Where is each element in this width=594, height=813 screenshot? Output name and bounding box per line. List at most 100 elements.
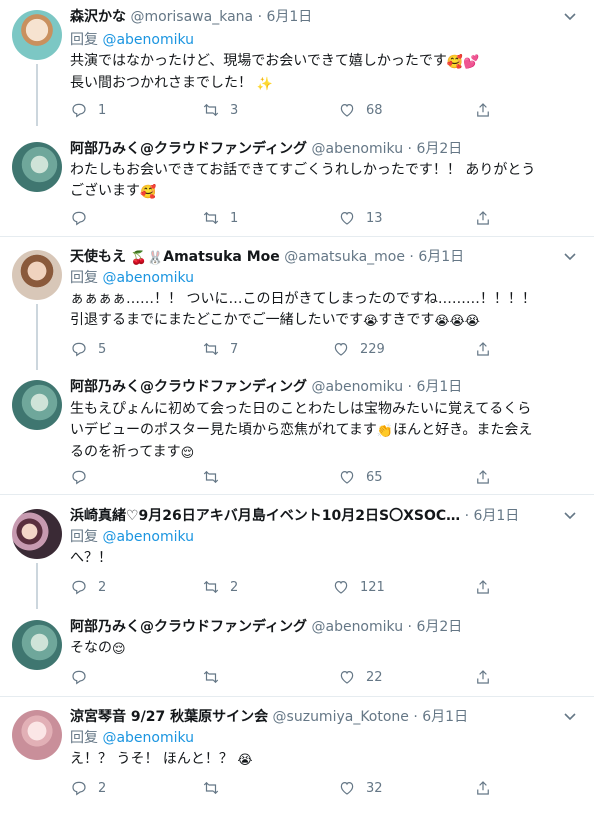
tweet-time[interactable]: · 6月2日 (408, 619, 463, 635)
avatar[interactable] (12, 10, 62, 60)
reply-icon (72, 670, 86, 685)
retweet-button[interactable]: 3 (202, 100, 238, 120)
reply-button[interactable] (70, 208, 98, 228)
tweet[interactable]: 天使もえ 🍒🐰Amatsuka Moe @amatsuka_moe · 6月1日… (0, 246, 594, 370)
emoji: 😭😭😭 (434, 314, 480, 329)
like-button[interactable]: 13 (338, 208, 383, 228)
reply-button[interactable]: 2 (70, 778, 106, 798)
user-handle[interactable]: @morisawa_kana (130, 9, 253, 25)
chevron-down-icon[interactable] (562, 509, 578, 523)
reply-button[interactable]: 2 (70, 577, 106, 597)
display-name[interactable]: 浜崎真緒♡9月26日アキバ月島イベント10月2日S〇XSOC… (70, 508, 460, 524)
tweet[interactable]: 浜崎真緒♡9月26日アキバ月島イベント10月2日S〇XSOC… · 6月1日 回… (0, 505, 594, 609)
reply-mention[interactable]: @abenomiku (102, 270, 194, 286)
like-button[interactable]: 32 (338, 778, 383, 798)
reply-mention[interactable]: @abenomiku (102, 730, 194, 746)
tweet-actions: 65 (70, 467, 570, 487)
tweet-text: わたしもお会いできてお話できてすごくうれしかったです！！ ありがとう ございます… (70, 160, 575, 203)
avatar[interactable] (12, 509, 62, 559)
like-button[interactable]: 229 (332, 339, 385, 359)
chevron-down-icon[interactable] (562, 250, 578, 264)
emoji: 😭 (363, 314, 379, 329)
tweet-time[interactable]: · 6月1日 (408, 379, 463, 395)
retweet-button[interactable]: 1 (202, 208, 238, 228)
display-name[interactable]: 森沢かな (70, 9, 126, 25)
like-count: 65 (366, 469, 383, 485)
reply-mention[interactable]: @abenomiku (102, 529, 194, 545)
like-button[interactable]: 65 (338, 467, 383, 487)
tweet-time[interactable]: · 6月1日 (409, 249, 464, 265)
tweet[interactable]: 阿部乃みく@クラウドファンディング @abenomiku · 6月2日 わたしも… (0, 138, 594, 234)
user-handle[interactable]: @abenomiku (311, 619, 403, 635)
display-name[interactable]: 涼宮琴音 9/27 秋葉原サイン会 (70, 709, 268, 725)
avatar[interactable] (12, 142, 62, 192)
share-icon (477, 781, 489, 795)
reply-button[interactable] (70, 667, 98, 687)
like-button[interactable]: 22 (338, 667, 383, 687)
chevron-down-icon[interactable] (562, 10, 578, 24)
share-button[interactable] (474, 339, 492, 359)
reply-mention[interactable]: @abenomiku (102, 32, 194, 48)
user-handle[interactable]: @amatsuka_moe (284, 249, 405, 265)
divider (0, 236, 594, 237)
share-icon (477, 211, 489, 225)
retweet-count: 1 (230, 210, 239, 226)
retweet-button[interactable]: 7 (202, 339, 238, 359)
like-button[interactable]: 68 (338, 100, 383, 120)
like-button[interactable]: 121 (332, 577, 385, 597)
avatar[interactable] (12, 710, 62, 760)
tweet-text: ぁぁぁぁ……！！ ついに…この日がきてしまったのですね………！！！！ 引退するま… (70, 289, 575, 332)
emoji: 👏 (376, 424, 394, 439)
divider (0, 494, 594, 495)
tweet-time[interactable]: · 6月1日 (465, 508, 520, 524)
like-count: 13 (366, 210, 383, 226)
avatar[interactable] (12, 620, 62, 670)
heart-icon (340, 670, 354, 684)
retweet-icon (203, 670, 219, 684)
retweet-button[interactable] (202, 778, 230, 798)
display-name[interactable]: 阿部乃みく@クラウドファンディング (70, 379, 307, 395)
share-button[interactable] (474, 778, 492, 798)
retweet-button[interactable] (202, 467, 230, 487)
thread-line (36, 304, 38, 370)
reply-button[interactable] (70, 467, 98, 487)
retweet-icon (203, 103, 219, 117)
share-button[interactable] (474, 667, 492, 687)
tweet-time[interactable]: · 6月2日 (408, 141, 463, 157)
tweet-header: 森沢かな @morisawa_kana · 6月1日 (70, 6, 312, 28)
tweet[interactable]: 涼宮琴音 9/27 秋葉原サイン会 @suzumiya_Kotone · 6月1… (0, 706, 594, 806)
share-button[interactable] (474, 100, 492, 120)
user-handle[interactable]: @abenomiku (311, 379, 403, 395)
share-icon (477, 670, 489, 684)
tweet-actions: 1 3 68 (70, 100, 570, 120)
reply-context: 回复 @abenomiku (70, 32, 195, 48)
retweet-button[interactable] (202, 667, 230, 687)
share-button[interactable] (474, 577, 492, 597)
avatar[interactable] (12, 380, 62, 430)
reply-icon (72, 103, 86, 118)
tweet[interactable]: 阿部乃みく@クラウドファンディング @abenomiku · 6月2日 そなの😌… (0, 616, 594, 692)
share-button[interactable] (474, 467, 492, 487)
tweet[interactable]: 森沢かな @morisawa_kana · 6月1日 回复 @abenomiku… (0, 6, 594, 126)
tweet-time[interactable]: · 6月1日 (258, 9, 313, 25)
retweet-button[interactable]: 2 (202, 577, 238, 597)
display-name[interactable]: 阿部乃みく@クラウドファンディング (70, 141, 307, 157)
like-count: 68 (366, 102, 383, 118)
tweet-text: へ？！ (70, 550, 112, 566)
thread-line (36, 563, 38, 609)
emoji: 🍒🐰 (130, 251, 164, 266)
retweet-count: 3 (230, 102, 239, 118)
share-button[interactable] (474, 208, 492, 228)
user-handle[interactable]: @suzumiya_Kotone (273, 709, 409, 725)
tweet[interactable]: 阿部乃みく@クラウドファンディング @abenomiku · 6月1日 生もえぴ… (0, 376, 594, 492)
display-name[interactable]: 天使もえ 🍒🐰Amatsuka Moe (70, 249, 280, 266)
avatar[interactable] (12, 250, 62, 300)
chevron-down-icon[interactable] (562, 710, 578, 724)
tweet-time[interactable]: · 6月1日 (413, 709, 468, 725)
reply-button[interactable]: 1 (70, 100, 106, 120)
display-name[interactable]: 阿部乃みく@クラウドファンディング (70, 619, 307, 635)
reply-icon (72, 580, 86, 595)
user-handle[interactable]: @abenomiku (311, 141, 403, 157)
share-icon (477, 342, 489, 356)
reply-button[interactable]: 5 (70, 339, 106, 359)
